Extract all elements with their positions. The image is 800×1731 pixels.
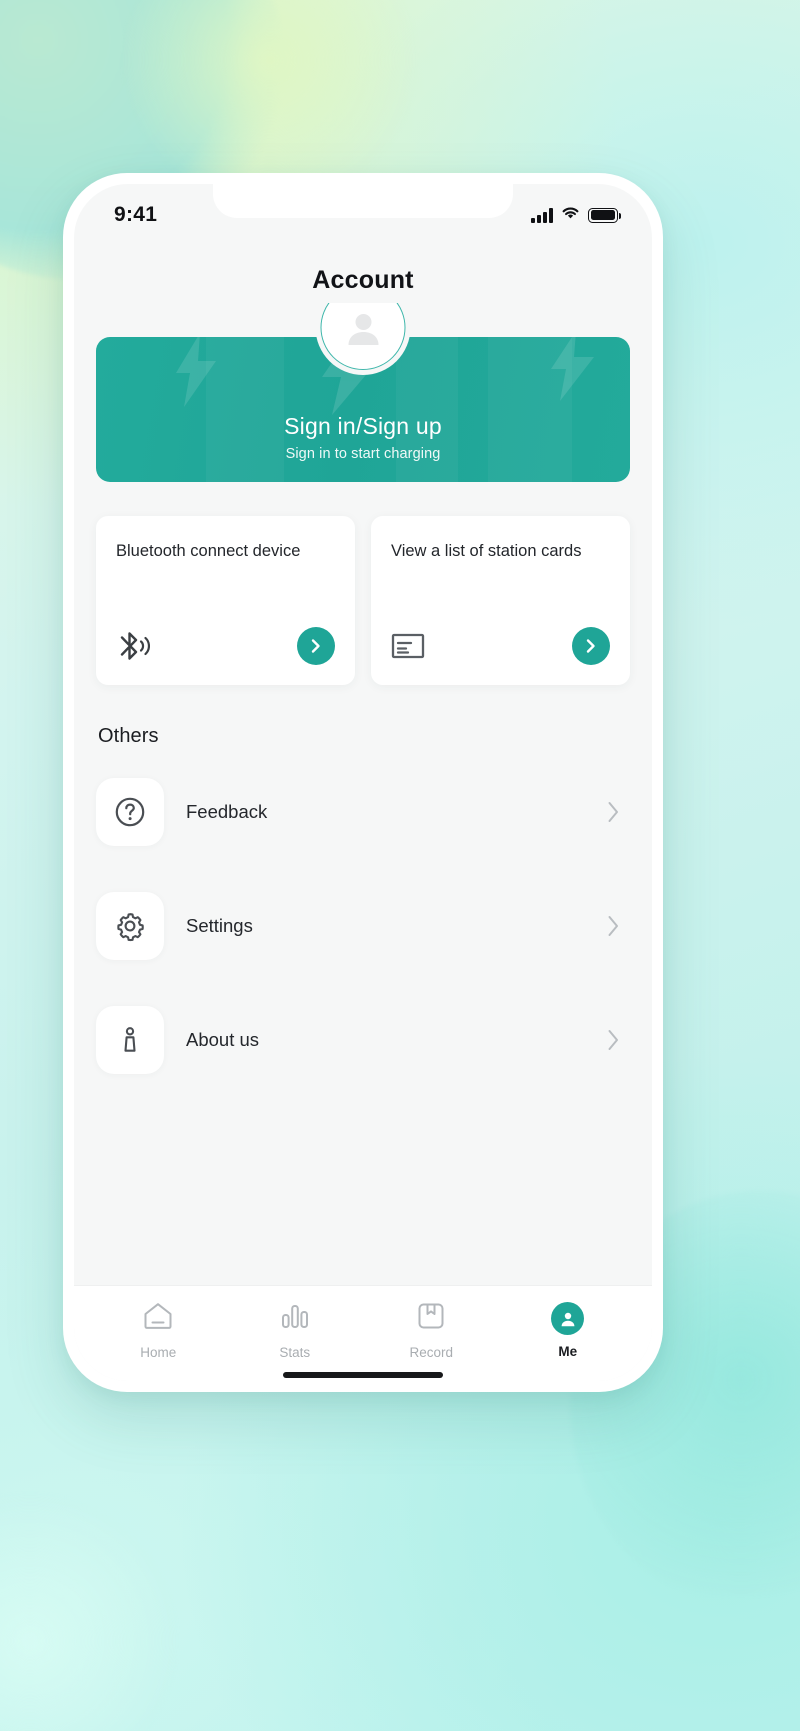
others-row-about-us[interactable]: About us xyxy=(96,990,630,1090)
page-content: Sign in/Sign up Sign in to start chargin… xyxy=(74,303,652,1285)
phone-frame: 9:41 Account Sign in/Sign up Sign in to … xyxy=(63,173,663,1392)
others-section-title: Others xyxy=(98,725,159,747)
chevron-right-icon xyxy=(586,639,595,653)
bluetooth-connect-card[interactable]: Bluetooth connect device xyxy=(96,516,355,685)
tab-label: Me xyxy=(558,1344,578,1359)
chevron-right-icon xyxy=(607,915,620,937)
status-time: 9:41 xyxy=(114,203,158,226)
feature-card-title: Bluetooth connect device xyxy=(116,542,301,560)
station-cards-go-button[interactable] xyxy=(572,627,610,665)
chevron-right-icon xyxy=(607,1029,620,1051)
person-icon xyxy=(551,1302,585,1335)
chevron-right-icon xyxy=(311,639,320,653)
others-row-feedback[interactable]: Feedback xyxy=(96,762,630,862)
bluetooth-icon xyxy=(116,628,150,664)
feature-card-list: Bluetooth connect device View a list of … xyxy=(96,516,630,685)
lightning-bolt-icon xyxy=(548,337,596,401)
signin-hero-wrapper: Sign in/Sign up Sign in to start chargin… xyxy=(96,303,630,482)
question-circle-icon xyxy=(96,778,164,846)
tab-label: Record xyxy=(409,1345,454,1360)
others-row-label: Feedback xyxy=(186,801,268,822)
others-row-settings[interactable]: Settings xyxy=(96,876,630,976)
screen-notch xyxy=(213,184,513,218)
tab-label: Home xyxy=(140,1345,177,1360)
lightning-bolt-icon xyxy=(174,337,218,407)
info-person-icon xyxy=(96,1006,164,1074)
bottom-tab-bar: Home Stats Record Me xyxy=(74,1285,652,1381)
station-card-list-icon xyxy=(391,632,425,660)
battery-icon xyxy=(588,207,622,223)
others-row-label: About us xyxy=(186,1029,260,1050)
phone-screen: 9:41 Account Sign in/Sign up Sign in to … xyxy=(74,184,652,1381)
others-row-label: Settings xyxy=(186,915,253,936)
tab-home[interactable]: Home xyxy=(113,1301,203,1360)
status-icons xyxy=(531,206,622,225)
station-cards-card[interactable]: View a list of station cards xyxy=(371,516,630,685)
tab-stats[interactable]: Stats xyxy=(250,1301,340,1360)
tab-me[interactable]: Me xyxy=(523,1302,613,1359)
page-title: Account xyxy=(312,266,414,294)
wifi-icon xyxy=(561,206,580,225)
bookmark-icon xyxy=(415,1301,447,1336)
feature-card-footer xyxy=(391,627,610,665)
bar-chart-icon xyxy=(279,1301,311,1336)
tab-record[interactable]: Record xyxy=(386,1301,476,1360)
tab-label: Stats xyxy=(279,1345,311,1360)
bluetooth-card-go-button[interactable] xyxy=(297,627,335,665)
chevron-right-icon xyxy=(607,801,620,823)
gear-icon xyxy=(96,892,164,960)
home-icon xyxy=(142,1301,174,1336)
home-indicator[interactable] xyxy=(283,1372,443,1378)
cellular-signal-icon xyxy=(531,207,553,223)
feature-card-footer xyxy=(116,627,335,665)
feature-card-title: View a list of station cards xyxy=(391,542,582,560)
status-bar: 9:41 xyxy=(74,184,652,246)
hero-panel xyxy=(396,337,458,482)
